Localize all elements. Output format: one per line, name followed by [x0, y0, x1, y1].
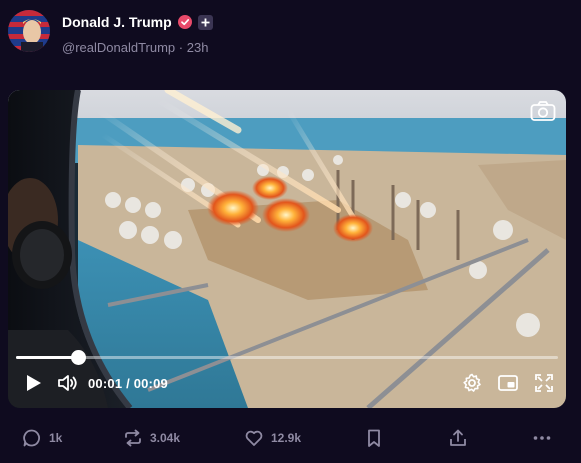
reply-count: 1k [49, 431, 63, 445]
bookmark-icon [368, 429, 380, 447]
camera-icon[interactable] [530, 100, 556, 122]
timestamp[interactable]: 23h [187, 40, 209, 55]
gear-icon[interactable] [461, 372, 483, 394]
retruth-icon [125, 429, 141, 447]
current-time: 00:01 [88, 376, 123, 391]
time-separator: / [126, 376, 130, 391]
duration: 00:09 [133, 376, 168, 391]
verified-badge-icon [177, 15, 192, 29]
more-button[interactable] [532, 428, 552, 448]
post-header: Donald J. Trump @realDonaldTrump · 23h [8, 10, 568, 58]
avatar[interactable] [8, 10, 50, 52]
retruth-count: 3.04k [150, 431, 181, 445]
heart-icon [245, 430, 263, 446]
like-button[interactable]: 12.9k [244, 428, 301, 448]
time-display: 00:01 / 00:09 [88, 376, 168, 391]
fullscreen-icon[interactable] [533, 372, 555, 394]
like-count: 12.9k [271, 431, 302, 445]
video-controls: 00:01 / 00:09 [8, 372, 566, 398]
handle-row: @realDonaldTrump · 23h [62, 40, 208, 55]
picture-in-picture-icon[interactable] [497, 372, 519, 394]
more-icon [533, 436, 551, 440]
reply-button[interactable]: 1k [22, 428, 62, 448]
plus-badge-icon [197, 14, 213, 30]
share-icon [450, 429, 466, 446]
play-icon[interactable] [22, 372, 44, 394]
video-frame [8, 90, 566, 408]
share-button[interactable] [448, 428, 468, 448]
bookmark-button[interactable] [365, 428, 383, 448]
author-handle[interactable]: @realDonaldTrump [62, 40, 175, 55]
progress-fill [16, 356, 79, 359]
volume-icon[interactable] [56, 372, 78, 394]
post-actions: 1k 3.04k 12.9k [0, 428, 581, 452]
video-player[interactable]: 00:01 / 00:09 [8, 90, 566, 408]
author-name[interactable]: Donald J. Trump [62, 14, 172, 30]
separator: · [178, 40, 184, 55]
reply-icon [23, 429, 40, 447]
retruth-button[interactable]: 3.04k [123, 428, 180, 448]
progress-bar[interactable] [16, 350, 558, 365]
